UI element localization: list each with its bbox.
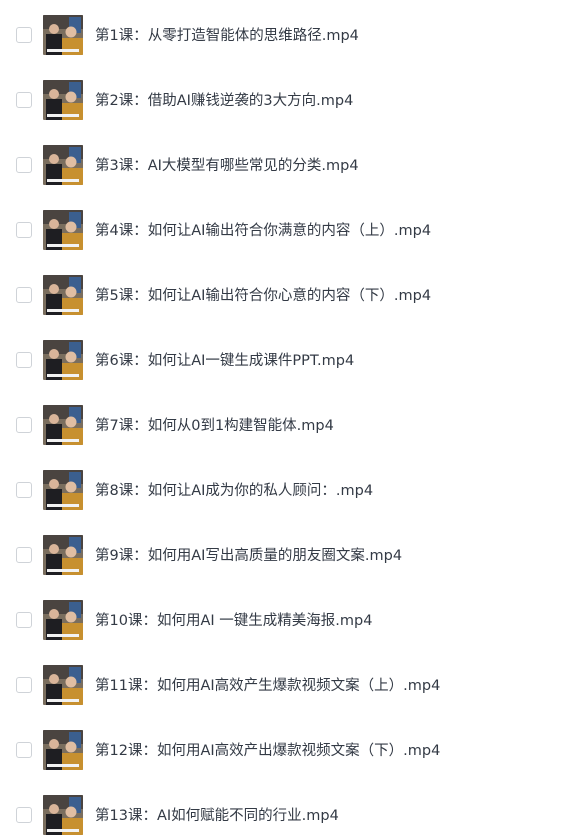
file-row[interactable]: 第6课：如何让AI一键生成课件PPT.mp4 (0, 340, 570, 384)
file-row[interactable]: 第3课：AI大模型有哪些常见的分类.mp4 (0, 145, 570, 189)
video-thumbnail-icon (43, 405, 83, 445)
video-thumbnail-icon (43, 275, 83, 315)
video-thumbnail-icon (43, 80, 83, 120)
file-row[interactable]: 第2课：借助AI赚钱逆袭的3大方向.mp4 (0, 80, 570, 124)
file-name[interactable]: 第7课：如何从0到1构建智能体.mp4 (95, 416, 334, 436)
file-name[interactable]: 第5课：如何让AI输出符合你心意的内容（下）.mp4 (95, 286, 431, 306)
file-name[interactable]: 第6课：如何让AI一键生成课件PPT.mp4 (95, 351, 354, 371)
file-row[interactable]: 第8课：如何让AI成为你的私人顾问：.mp4 (0, 470, 570, 514)
file-name[interactable]: 第3课：AI大模型有哪些常见的分类.mp4 (95, 156, 359, 176)
file-checkbox[interactable] (16, 612, 32, 628)
file-row[interactable]: 第5课：如何让AI输出符合你心意的内容（下）.mp4 (0, 275, 570, 319)
file-name[interactable]: 第1课：从零打造智能体的思维路径.mp4 (95, 26, 359, 46)
file-name[interactable]: 第12课：如何用AI高效产出爆款视频文案（下）.mp4 (95, 741, 440, 761)
file-checkbox[interactable] (16, 222, 32, 238)
video-thumbnail-icon (43, 730, 83, 770)
video-thumbnail-icon (43, 535, 83, 575)
video-thumbnail-icon (43, 15, 83, 55)
file-row[interactable]: 第12课：如何用AI高效产出爆款视频文案（下）.mp4 (0, 730, 570, 774)
file-name[interactable]: 第9课：如何用AI写出高质量的朋友圈文案.mp4 (95, 546, 402, 566)
file-checkbox[interactable] (16, 352, 32, 368)
file-row[interactable]: 第13课：AI如何赋能不同的行业.mp4 (0, 795, 570, 839)
file-row[interactable]: 第9课：如何用AI写出高质量的朋友圈文案.mp4 (0, 535, 570, 579)
video-thumbnail-icon (43, 340, 83, 380)
file-checkbox[interactable] (16, 92, 32, 108)
video-thumbnail-icon (43, 795, 83, 835)
file-row[interactable]: 第11课：如何用AI高效产生爆款视频文案（上）.mp4 (0, 665, 570, 709)
file-row[interactable]: 第7课：如何从0到1构建智能体.mp4 (0, 405, 570, 449)
file-list: 第1课：从零打造智能体的思维路径.mp4 第2课：借助AI赚钱逆袭的3大方向.m… (0, 0, 570, 839)
file-checkbox[interactable] (16, 547, 32, 563)
file-checkbox[interactable] (16, 287, 32, 303)
video-thumbnail-icon (43, 665, 83, 705)
video-thumbnail-icon (43, 210, 83, 250)
file-name[interactable]: 第13课：AI如何赋能不同的行业.mp4 (95, 806, 339, 826)
file-row[interactable]: 第4课：如何让AI输出符合你满意的内容（上）.mp4 (0, 210, 570, 254)
file-name[interactable]: 第2课：借助AI赚钱逆袭的3大方向.mp4 (95, 91, 353, 111)
file-name[interactable]: 第4课：如何让AI输出符合你满意的内容（上）.mp4 (95, 221, 431, 241)
file-row[interactable]: 第10课：如何用AI 一键生成精美海报.mp4 (0, 600, 570, 644)
file-checkbox[interactable] (16, 807, 32, 823)
file-checkbox[interactable] (16, 27, 32, 43)
video-thumbnail-icon (43, 145, 83, 185)
file-checkbox[interactable] (16, 677, 32, 693)
file-checkbox[interactable] (16, 417, 32, 433)
file-checkbox[interactable] (16, 742, 32, 758)
file-checkbox[interactable] (16, 157, 32, 173)
video-thumbnail-icon (43, 600, 83, 640)
video-thumbnail-icon (43, 470, 83, 510)
file-name[interactable]: 第11课：如何用AI高效产生爆款视频文案（上）.mp4 (95, 676, 440, 696)
file-checkbox[interactable] (16, 482, 32, 498)
file-name[interactable]: 第8课：如何让AI成为你的私人顾问：.mp4 (95, 481, 373, 501)
file-row[interactable]: 第1课：从零打造智能体的思维路径.mp4 (0, 15, 570, 59)
file-name[interactable]: 第10课：如何用AI 一键生成精美海报.mp4 (95, 611, 372, 631)
